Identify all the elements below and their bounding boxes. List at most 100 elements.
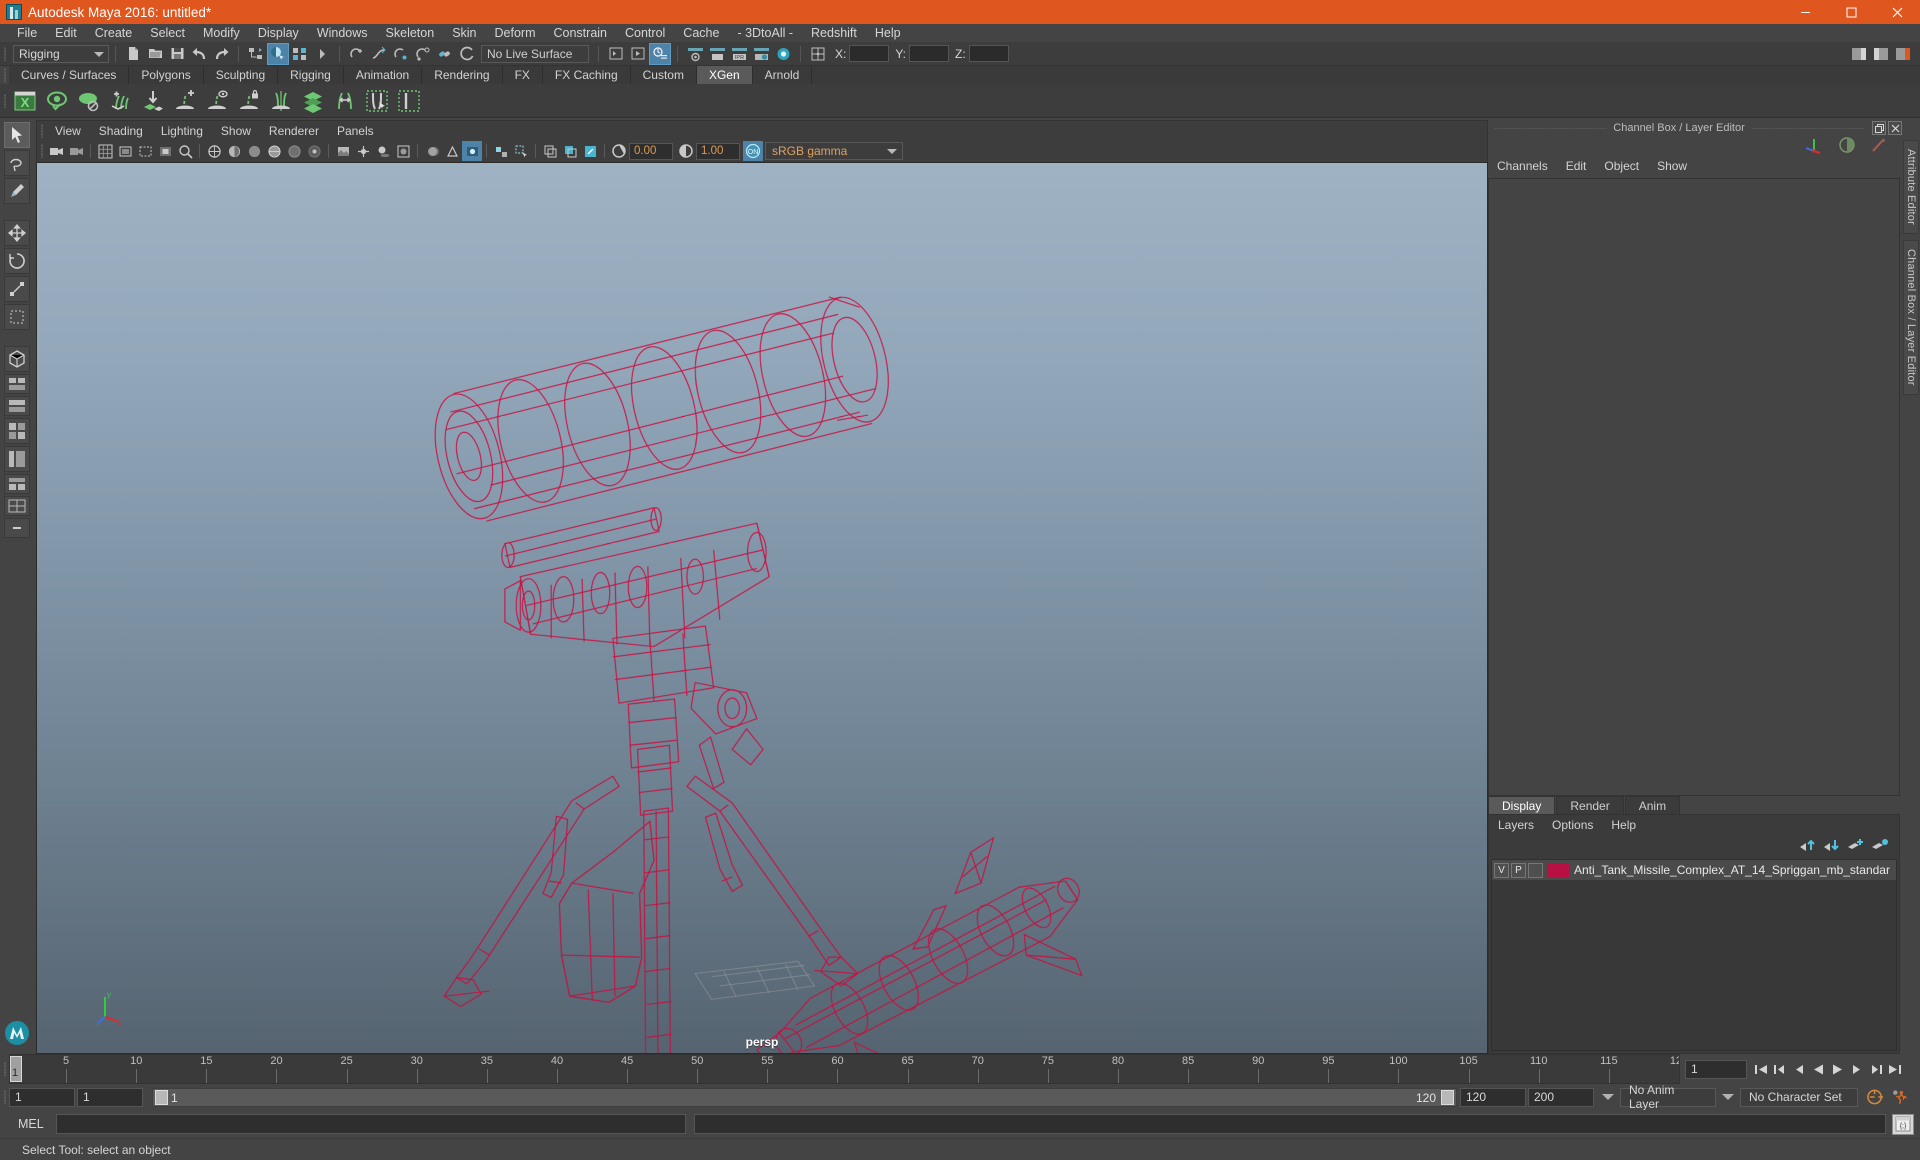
lasso-tool-button[interactable] xyxy=(4,150,30,176)
color-management-toggle-icon[interactable]: ON xyxy=(743,141,763,161)
xgen-select-region-icon[interactable] xyxy=(361,86,393,116)
range-slider-grip[interactable] xyxy=(0,1084,9,1110)
layer-color-swatch[interactable] xyxy=(1547,862,1569,878)
sidebar-channel-box-button[interactable] xyxy=(1892,43,1914,65)
manipulator-icon[interactable] xyxy=(1804,135,1824,158)
play-forwards-button[interactable] xyxy=(1828,1059,1847,1079)
close-icon[interactable] xyxy=(1888,121,1902,135)
menu-file[interactable]: File xyxy=(8,24,46,42)
select-by-hierarchy-button[interactable] xyxy=(245,43,267,65)
depth-of-field-icon[interactable] xyxy=(462,141,482,161)
sidebar-tool-settings-button[interactable] xyxy=(1870,43,1892,65)
new-layer-from-selected-icon[interactable] xyxy=(1871,838,1889,855)
render-settings-button[interactable] xyxy=(750,43,772,65)
multisample-aa-icon[interactable] xyxy=(442,141,462,161)
command-output-field[interactable] xyxy=(694,1114,1886,1134)
auto-keyframe-icon[interactable] xyxy=(1866,1087,1885,1107)
viewport-toolbar-grip[interactable] xyxy=(37,139,46,163)
xgen-clear-region-icon[interactable] xyxy=(393,86,425,116)
panel-menu-lighting[interactable]: Lighting xyxy=(152,124,212,138)
shelf-tab-rigging[interactable]: Rigging xyxy=(278,66,344,84)
step-forward-keyframe-button[interactable] xyxy=(1866,1059,1885,1079)
maximize-button[interactable] xyxy=(1828,0,1874,24)
texture-mode-icon[interactable] xyxy=(333,141,353,161)
panel-menu-renderer[interactable]: Renderer xyxy=(260,124,328,138)
panel-menu-show[interactable]: Show xyxy=(212,124,260,138)
panel-menu-shading[interactable]: Shading xyxy=(90,124,152,138)
character-set-field[interactable]: No Character Set xyxy=(1740,1087,1858,1107)
layout-more-button[interactable] xyxy=(4,496,30,516)
camera-attributes-icon[interactable] xyxy=(66,141,86,161)
playback-start-field[interactable]: 1 xyxy=(77,1087,143,1107)
open-outliner-button[interactable] xyxy=(605,43,627,65)
gamma-icon[interactable] xyxy=(676,141,696,161)
layer-menu-layers[interactable]: Layers xyxy=(1489,818,1543,832)
ipr-render-button[interactable]: IPR xyxy=(728,43,750,65)
component-mask-expand-button[interactable] xyxy=(311,43,333,65)
xray-mode-icon[interactable] xyxy=(284,141,304,161)
select-by-component-button[interactable] xyxy=(289,43,311,65)
xgen-lock-guide-icon[interactable] xyxy=(233,86,265,116)
shelf-tab-sculpting[interactable]: Sculpting xyxy=(203,66,279,84)
color-management-selector[interactable]: sRGB gamma xyxy=(765,142,903,160)
shelf-tab-fx[interactable]: FX xyxy=(502,66,543,84)
panel-menu-panels[interactable]: Panels xyxy=(328,124,383,138)
channel-menu-object[interactable]: Object xyxy=(1595,159,1648,173)
shelf-tab-curves-surfaces[interactable]: Curves / Surfaces xyxy=(9,66,130,84)
select-tool-button[interactable] xyxy=(4,122,30,148)
save-scene-button[interactable] xyxy=(166,43,188,65)
menu-set-selector[interactable]: Rigging xyxy=(13,44,109,63)
go-to-start-button[interactable] xyxy=(1752,1059,1771,1079)
layer-tab-render[interactable]: Render xyxy=(1556,796,1624,814)
open-scene-button[interactable] xyxy=(144,43,166,65)
new-layer-icon[interactable] xyxy=(1847,838,1865,855)
menu-skin[interactable]: Skin xyxy=(443,24,485,42)
exposure-reset-icon[interactable] xyxy=(580,141,600,161)
time-slider-grip[interactable] xyxy=(0,1054,9,1084)
render-current-frame-button[interactable] xyxy=(684,43,706,65)
chevron-down-icon[interactable] xyxy=(1602,1094,1614,1100)
menu-select[interactable]: Select xyxy=(141,24,194,42)
menu-control[interactable]: Control xyxy=(616,24,674,42)
xgen-distribute-guides-icon[interactable] xyxy=(329,86,361,116)
render-view-button[interactable] xyxy=(649,42,671,65)
layout-two-pane-button[interactable] xyxy=(4,396,30,416)
animation-preferences-icon[interactable] xyxy=(1891,1087,1910,1107)
view-cube-button[interactable] xyxy=(4,346,30,372)
make-live-button[interactable] xyxy=(456,43,478,65)
exposure-value-field[interactable]: 0.00 xyxy=(629,142,673,160)
toggle-editors-button[interactable] xyxy=(807,43,829,65)
isolate-select-icon[interactable] xyxy=(491,141,511,161)
layer-menu-help[interactable]: Help xyxy=(1602,818,1645,832)
animation-start-field[interactable]: 1 xyxy=(9,1087,75,1107)
open-hypergraph-button[interactable] xyxy=(627,43,649,65)
menu-display[interactable]: Display xyxy=(249,24,308,42)
menu-skeleton[interactable]: Skeleton xyxy=(377,24,444,42)
layer-list[interactable]: V P Anti_Tank_Missile_Complex_AT_14_Spri… xyxy=(1491,859,1897,1051)
smooth-shade-all-icon[interactable] xyxy=(224,141,244,161)
command-input-field[interactable] xyxy=(56,1114,686,1134)
motion-blur-icon[interactable] xyxy=(422,141,442,161)
time-slider-playhead[interactable]: 1 xyxy=(10,1056,22,1082)
shelf-tab-rendering[interactable]: Rendering xyxy=(422,66,503,84)
move-tool-button[interactable] xyxy=(4,220,30,246)
layout-custom-button[interactable] xyxy=(4,518,30,538)
play-backwards-button[interactable] xyxy=(1809,1059,1828,1079)
xgen-grow-guide-icon[interactable] xyxy=(169,86,201,116)
layer-menu-options[interactable]: Options xyxy=(1543,818,1602,832)
menu-redshift[interactable]: Redshift xyxy=(802,24,866,42)
lighting-all-icon[interactable] xyxy=(353,141,373,161)
panel-grip[interactable] xyxy=(37,121,46,141)
range-start-handle[interactable] xyxy=(155,1089,168,1105)
channel-menu-channels[interactable]: Channels xyxy=(1488,159,1557,173)
menu-help[interactable]: Help xyxy=(866,24,910,42)
layer-state-toggle[interactable] xyxy=(1528,862,1543,878)
shelf-tab-animation[interactable]: Animation xyxy=(343,66,423,84)
tool-settings-icon[interactable] xyxy=(1870,136,1888,157)
redo-render-button[interactable] xyxy=(706,43,728,65)
xgen-preview-icon[interactable] xyxy=(41,86,73,116)
menu-cache[interactable]: Cache xyxy=(674,24,728,42)
layout-hypershade-button[interactable] xyxy=(4,474,30,494)
step-back-keyframe-button[interactable] xyxy=(1771,1059,1790,1079)
channel-menu-show[interactable]: Show xyxy=(1648,159,1696,173)
